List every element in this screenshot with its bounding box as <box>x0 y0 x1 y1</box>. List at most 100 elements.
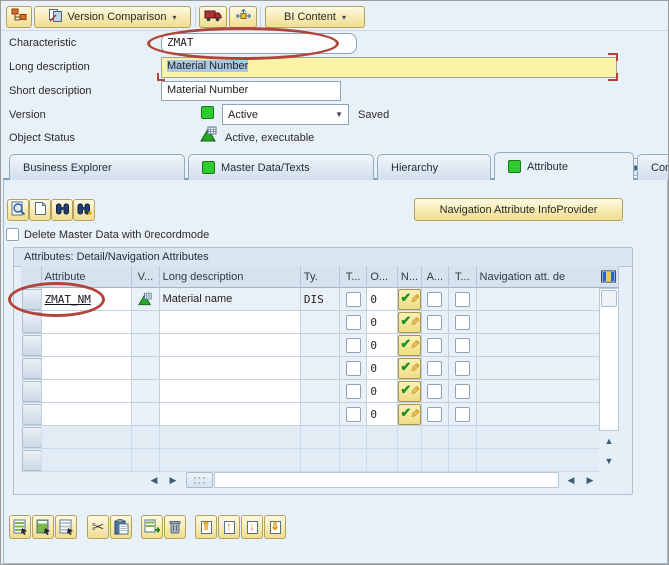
create-attribute-button[interactable] <box>29 199 51 221</box>
version-comparison-button[interactable]: Version Comparison ▾ <box>34 6 191 28</box>
detail-button[interactable] <box>7 199 29 221</box>
texts-checkbox[interactable] <box>346 384 361 399</box>
scroll-left-button-2[interactable]: ◀ <box>562 472 580 489</box>
select-block-button[interactable] <box>32 515 54 539</box>
navigation-attribute-toggle-button[interactable]: ✔ ✎ <box>398 335 420 356</box>
attribute-cell[interactable]: ZMAT_NM <box>42 288 133 311</box>
texts-checkbox[interactable] <box>346 292 361 307</box>
long-description-cell[interactable]: Material name <box>160 288 301 311</box>
long-description-cell[interactable] <box>160 357 301 380</box>
nav-att-desc-cell[interactable] <box>477 288 600 311</box>
row-selector[interactable] <box>21 288 42 311</box>
header-navigation[interactable]: N... <box>398 266 421 288</box>
long-description-cell[interactable] <box>160 403 301 426</box>
scroll-right-button[interactable]: ▶ <box>164 472 182 489</box>
header-version[interactable]: V... <box>132 266 159 288</box>
long-description-cell[interactable] <box>160 380 301 403</box>
authorization-checkbox[interactable] <box>427 361 442 376</box>
row-selector[interactable] <box>21 449 42 472</box>
header-authorization[interactable]: A... <box>422 266 449 288</box>
vertical-scrollbar[interactable] <box>599 288 619 431</box>
scroll-right-button-2[interactable]: ▶ <box>581 472 599 489</box>
horizontal-scrollbar[interactable] <box>214 472 559 488</box>
insert-row-button[interactable] <box>141 515 163 539</box>
header-texts[interactable]: T... <box>340 266 367 288</box>
nav-att-desc-cell[interactable] <box>477 311 600 334</box>
paste-button[interactable] <box>110 515 132 539</box>
texts-checkbox[interactable] <box>346 315 361 330</box>
order-cell[interactable]: 0 <box>367 357 398 380</box>
row-selector[interactable] <box>21 357 42 380</box>
select-all-button[interactable] <box>9 515 31 539</box>
short-description-field[interactable]: Material Number <box>161 81 341 101</box>
time-checkbox[interactable] <box>455 315 470 330</box>
order-cell[interactable]: 0 <box>367 380 398 403</box>
characteristic-field[interactable]: ZMAT <box>161 33 357 54</box>
nav-att-desc-cell[interactable] <box>477 357 600 380</box>
navigation-attribute-toggle-button[interactable]: ✔ ✎ <box>398 289 420 310</box>
table-settings-button[interactable] <box>599 266 619 288</box>
attribute-cell[interactable] <box>42 357 133 380</box>
tab-attribute[interactable]: Attribute <box>494 152 634 180</box>
scroll-left-button[interactable]: ◀ <box>145 472 163 489</box>
row-selector[interactable] <box>21 334 42 357</box>
tab-master-data-texts[interactable]: Master Data/Texts <box>188 154 374 180</box>
delete-row-button[interactable] <box>164 515 186 539</box>
scrollbar-config-handle[interactable] <box>186 472 213 488</box>
authorization-checkbox[interactable] <box>427 315 442 330</box>
order-cell[interactable]: 0 <box>367 403 398 426</box>
texts-checkbox[interactable] <box>346 407 361 422</box>
deselect-all-button[interactable] <box>55 515 77 539</box>
header-order[interactable]: O... <box>367 266 398 288</box>
row-selector[interactable] <box>21 311 42 334</box>
tab-compounding[interactable]: Compou... <box>637 154 669 180</box>
texts-checkbox[interactable] <box>346 361 361 376</box>
bi-content-button[interactable]: BI Content ▾ <box>265 6 365 28</box>
version-select[interactable]: Active ▼ <box>222 104 349 125</box>
order-cell[interactable]: 0 <box>367 288 398 311</box>
transport-button[interactable] <box>199 6 227 28</box>
nav-att-desc-cell[interactable] <box>477 403 600 426</box>
time-checkbox[interactable] <box>455 384 470 399</box>
order-cell[interactable]: 0 <box>367 311 398 334</box>
attribute-cell[interactable] <box>42 334 133 357</box>
find-button[interactable] <box>51 199 73 221</box>
attribute-cell[interactable] <box>42 380 133 403</box>
where-used-button[interactable] <box>229 6 257 28</box>
authorization-checkbox[interactable] <box>427 338 442 353</box>
cut-button[interactable]: ✂ <box>87 515 109 539</box>
time-checkbox[interactable] <box>455 338 470 353</box>
navigation-attribute-toggle-button[interactable]: ✔ ✎ <box>398 404 420 425</box>
long-description-cell[interactable] <box>160 311 301 334</box>
time-checkbox[interactable] <box>455 407 470 422</box>
scroll-up-button[interactable]: ▲ <box>599 431 619 451</box>
tab-business-explorer[interactable]: Business Explorer <box>9 154 185 180</box>
nav-att-desc-cell[interactable] <box>477 380 600 403</box>
row-selector[interactable] <box>21 403 42 426</box>
attribute-cell[interactable] <box>42 403 133 426</box>
attribute-value[interactable]: ZMAT_NM <box>45 293 91 306</box>
authorization-checkbox[interactable] <box>427 384 442 399</box>
tab-hierarchy[interactable]: Hierarchy <box>377 154 491 180</box>
first-page-button[interactable]: ⇑ <box>195 515 217 539</box>
last-page-button[interactable]: ⇓ <box>264 515 286 539</box>
attribute-cell[interactable] <box>42 311 133 334</box>
find-next-button[interactable] <box>73 199 95 221</box>
hierarchy-display-button[interactable] <box>6 6 32 28</box>
nav-att-desc-cell[interactable] <box>477 334 600 357</box>
header-time[interactable]: T... <box>449 266 476 288</box>
navigation-attribute-toggle-button[interactable]: ✔ ✎ <box>398 312 420 333</box>
delete-master-data-checkbox[interactable] <box>6 228 19 241</box>
header-nav-att-desc[interactable]: Navigation att. de <box>477 266 600 288</box>
vertical-scrollbar-thumb[interactable] <box>601 290 617 307</box>
header-long-description[interactable]: Long description <box>160 266 301 288</box>
texts-checkbox[interactable] <box>346 338 361 353</box>
page-down-button[interactable]: ↓ <box>241 515 263 539</box>
time-checkbox[interactable] <box>455 292 470 307</box>
header-attribute[interactable]: Attribute <box>42 266 133 288</box>
time-checkbox[interactable] <box>455 361 470 376</box>
authorization-checkbox[interactable] <box>427 407 442 422</box>
row-selector[interactable] <box>21 426 42 449</box>
authorization-checkbox[interactable] <box>427 292 442 307</box>
long-description-cell[interactable] <box>160 334 301 357</box>
